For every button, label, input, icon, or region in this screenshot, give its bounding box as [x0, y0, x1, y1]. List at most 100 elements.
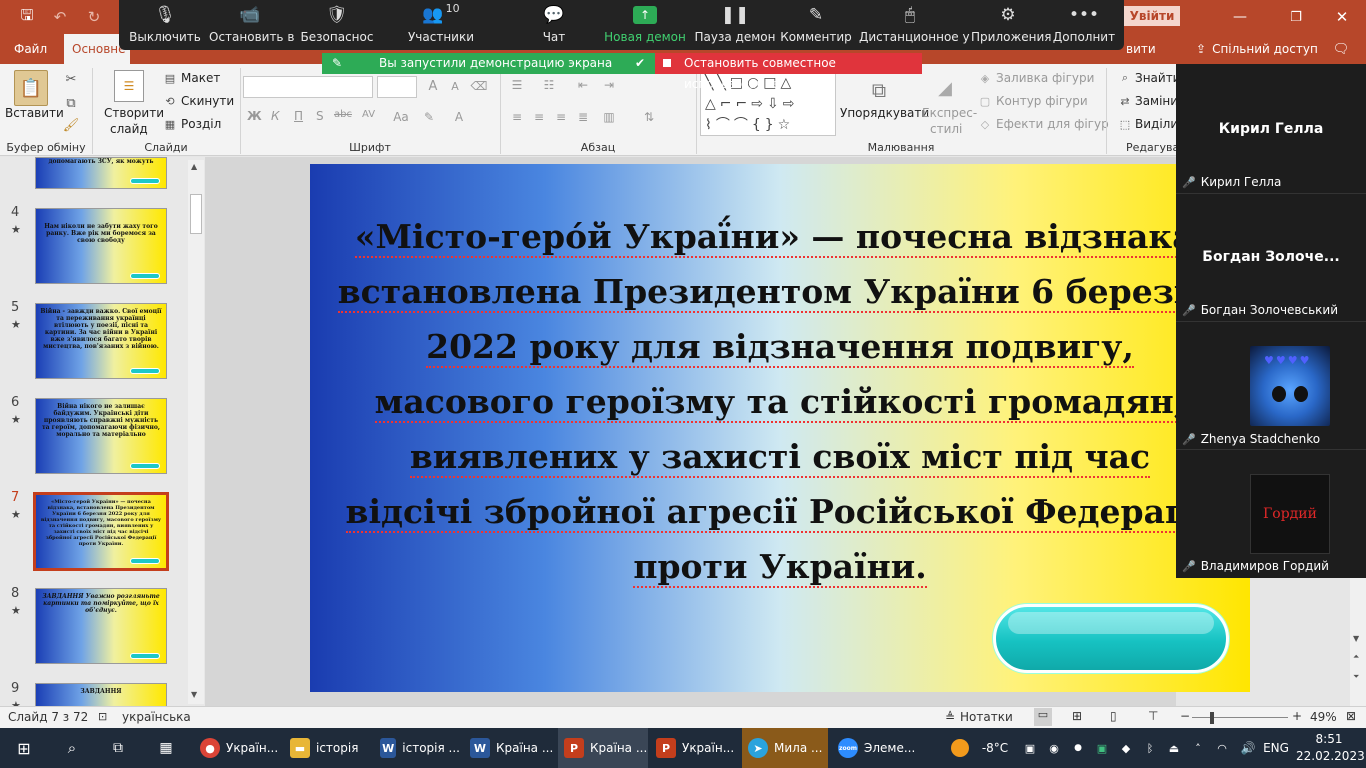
clock[interactable]: 8:51 22.02.2023	[1296, 731, 1365, 765]
decrease-font-icon[interactable]: A	[446, 76, 464, 96]
undo-icon[interactable]: ↶	[50, 7, 70, 27]
search-icon[interactable]: ⌕	[58, 728, 86, 768]
taskbar-app[interactable]: ● Україн...	[194, 728, 280, 768]
spellcheck-icon[interactable]: ⊡	[98, 710, 107, 723]
notes-button[interactable]: Нотатки	[960, 710, 1013, 724]
align-right-icon[interactable]: ≡	[552, 108, 570, 126]
sign-in-button[interactable]: Увійти	[1124, 6, 1180, 26]
save-icon[interactable]: 🖫	[16, 6, 38, 27]
zoom-tray-icon[interactable]: ●	[1070, 728, 1086, 768]
annotate-button[interactable]: ✎ Комментир	[779, 0, 853, 50]
participant-tile[interactable]: ♥♥♥♥ 🎤 Zhenya Stadchenko	[1176, 322, 1366, 450]
app-tray-icon[interactable]: ▣	[1094, 728, 1110, 768]
slide-thumbnails-pane[interactable]: допомагають ЗСУ, як можуть 4 ★ Нам нікол…	[0, 157, 205, 713]
slide-thumbnail-8[interactable]: ЗАВДАННЯ Уважно розгляньте картинки та п…	[35, 588, 167, 664]
slide-sorter-icon[interactable]: ⊞	[1072, 709, 1082, 723]
taskbar-app[interactable]: zoom Элеме...	[832, 728, 922, 768]
font-color-icon[interactable]: A	[450, 108, 468, 126]
indent-icon[interactable]: ⇤	[574, 76, 592, 94]
slide-thumbnail-5[interactable]: Війна - завжди важко. Свої емоції та пер…	[35, 303, 167, 379]
numbering-icon[interactable]: ☷	[540, 76, 558, 94]
slide-cyan-button[interactable]	[993, 604, 1229, 673]
highlight-icon[interactable]: ✎	[420, 108, 438, 126]
restore-icon[interactable]: ❐	[1284, 6, 1308, 28]
strikethrough-button[interactable]: abc	[334, 109, 352, 120]
cut-icon[interactable]: ✂	[62, 70, 80, 88]
format-painter-icon[interactable]: 🖌	[62, 116, 80, 134]
slide-body-text[interactable]: «Місто-геро́й Украї́ни» — почесна відзна…	[310, 209, 1250, 594]
weather-icon[interactable]	[948, 728, 972, 768]
align-left-icon[interactable]: ≡	[508, 108, 526, 126]
prev-slide-icon[interactable]: ⏶	[1353, 652, 1359, 662]
participant-tile[interactable]: Кирил Гелла 🎤 Кирил Гелла	[1176, 64, 1366, 194]
layout-button[interactable]: Макет	[181, 71, 220, 85]
new-slide-button[interactable]: Створити	[104, 106, 164, 120]
taskbar-app-active[interactable]: P Країна ...	[558, 728, 648, 768]
justify-icon[interactable]: ≣	[574, 108, 592, 126]
columns-icon[interactable]: ▥	[600, 108, 618, 126]
security-button[interactable]: 🛡 Безопаснос	[297, 0, 377, 50]
quick-styles-button[interactable]: Експрес-	[922, 106, 977, 120]
taskbar-app[interactable]: ▬ історія	[284, 728, 370, 768]
zoom-in-icon[interactable]: +	[1292, 709, 1302, 723]
task-view-icon[interactable]: ⧉	[104, 728, 132, 768]
participants-button[interactable]: 👥 10 Участники	[399, 0, 483, 50]
participant-tile[interactable]: Гордий 🎤 Владимиров Гордий	[1176, 450, 1366, 578]
tab-partial[interactable]: вити	[1118, 34, 1164, 64]
language-label[interactable]: українська	[122, 710, 191, 724]
close-icon[interactable]: ✕	[1330, 6, 1354, 28]
share-button[interactable]: ⇪ Спільний доступ	[1196, 39, 1318, 59]
shape-effects-button[interactable]: Ефекти для фігур	[996, 117, 1109, 131]
shadow-button[interactable]: S	[316, 109, 324, 123]
chat-button[interactable]: 💬 Чат	[519, 0, 589, 50]
more-button[interactable]: ••• Дополнит	[1051, 0, 1117, 50]
section-button[interactable]: Розділ	[181, 117, 221, 131]
taskbar-app[interactable]: P Україн...	[650, 728, 740, 768]
input-language[interactable]: ENG	[1262, 728, 1290, 768]
notification-icon[interactable]: ▣	[1022, 728, 1038, 768]
increase-font-icon[interactable]: A	[424, 76, 442, 96]
weather-temp[interactable]: -8°C	[978, 728, 1012, 768]
bold-button[interactable]: Ж	[247, 109, 262, 123]
taskbar-app[interactable]: Wісторія ...	[374, 728, 460, 768]
slide-thumbnail-4[interactable]: Нам ніколи не забути жаху того ранку. Вж…	[35, 208, 167, 284]
reading-view-icon[interactable]: ▯	[1110, 709, 1117, 723]
dropbox-icon[interactable]: ◆	[1118, 728, 1134, 768]
minimize-icon[interactable]: —	[1228, 6, 1252, 28]
font-size-input[interactable]	[377, 76, 417, 98]
participant-tile[interactable]: Богдан Золоче... 🎤 Богдан Золочевський	[1176, 194, 1366, 322]
paste-button[interactable]: Вставити	[5, 106, 64, 120]
clear-format-icon[interactable]: ⌫	[470, 76, 488, 96]
bullets-icon[interactable]: ☰	[508, 76, 526, 94]
stop-video-button[interactable]: 📹 Остановить в	[209, 0, 294, 50]
zoom-out-icon[interactable]: −	[1180, 709, 1190, 723]
scroll-down-icon[interactable]: ▼	[1353, 634, 1359, 643]
outdent-icon[interactable]: ⇥	[600, 76, 618, 94]
thumbnails-scrollbar[interactable]: ▲ ▼	[188, 160, 204, 704]
new-share-button[interactable]: ↑ Новая демон	[603, 0, 687, 50]
paste-icon[interactable]: 📋	[14, 70, 48, 106]
zoom-slider[interactable]	[1192, 717, 1288, 718]
slide-thumbnail-3[interactable]: допомагають ЗСУ, як можуть	[35, 157, 167, 189]
italic-button[interactable]: К	[271, 109, 280, 123]
scroll-up-icon[interactable]: ▲	[191, 162, 197, 171]
taskbar-app[interactable]: W Країна ...	[464, 728, 554, 768]
shape-fill-button[interactable]: Заливка фігури	[996, 71, 1094, 85]
text-direction-icon[interactable]: ⇅	[640, 108, 658, 126]
next-slide-icon[interactable]: ⏷	[1353, 672, 1359, 682]
align-center-icon[interactable]: ≡	[530, 108, 548, 126]
new-slide-label[interactable]: слайд	[110, 122, 148, 136]
usb-icon[interactable]: ⏏	[1166, 728, 1182, 768]
arrange-button[interactable]: Упорядкувати	[840, 106, 929, 120]
scroll-down-icon[interactable]: ▼	[191, 690, 197, 699]
windows-start-icon[interactable]: ⊞	[10, 728, 38, 768]
zoom-percent[interactable]: 49%	[1310, 710, 1337, 724]
slide-thumbnail-7-selected[interactable]: «Місто-герой України» — почесна відзнака…	[33, 492, 169, 571]
redo-icon[interactable]: ↻	[84, 7, 104, 27]
wifi-icon[interactable]: ◠	[1214, 728, 1230, 768]
change-case-icon[interactable]: Aa	[392, 108, 410, 126]
pause-share-button[interactable]: ❚❚ Пауза демон	[693, 0, 777, 50]
volume-icon[interactable]: 🔊	[1240, 728, 1256, 768]
font-name-input[interactable]	[243, 76, 373, 98]
mute-button[interactable]: 🎙 Выключить	[125, 0, 205, 50]
